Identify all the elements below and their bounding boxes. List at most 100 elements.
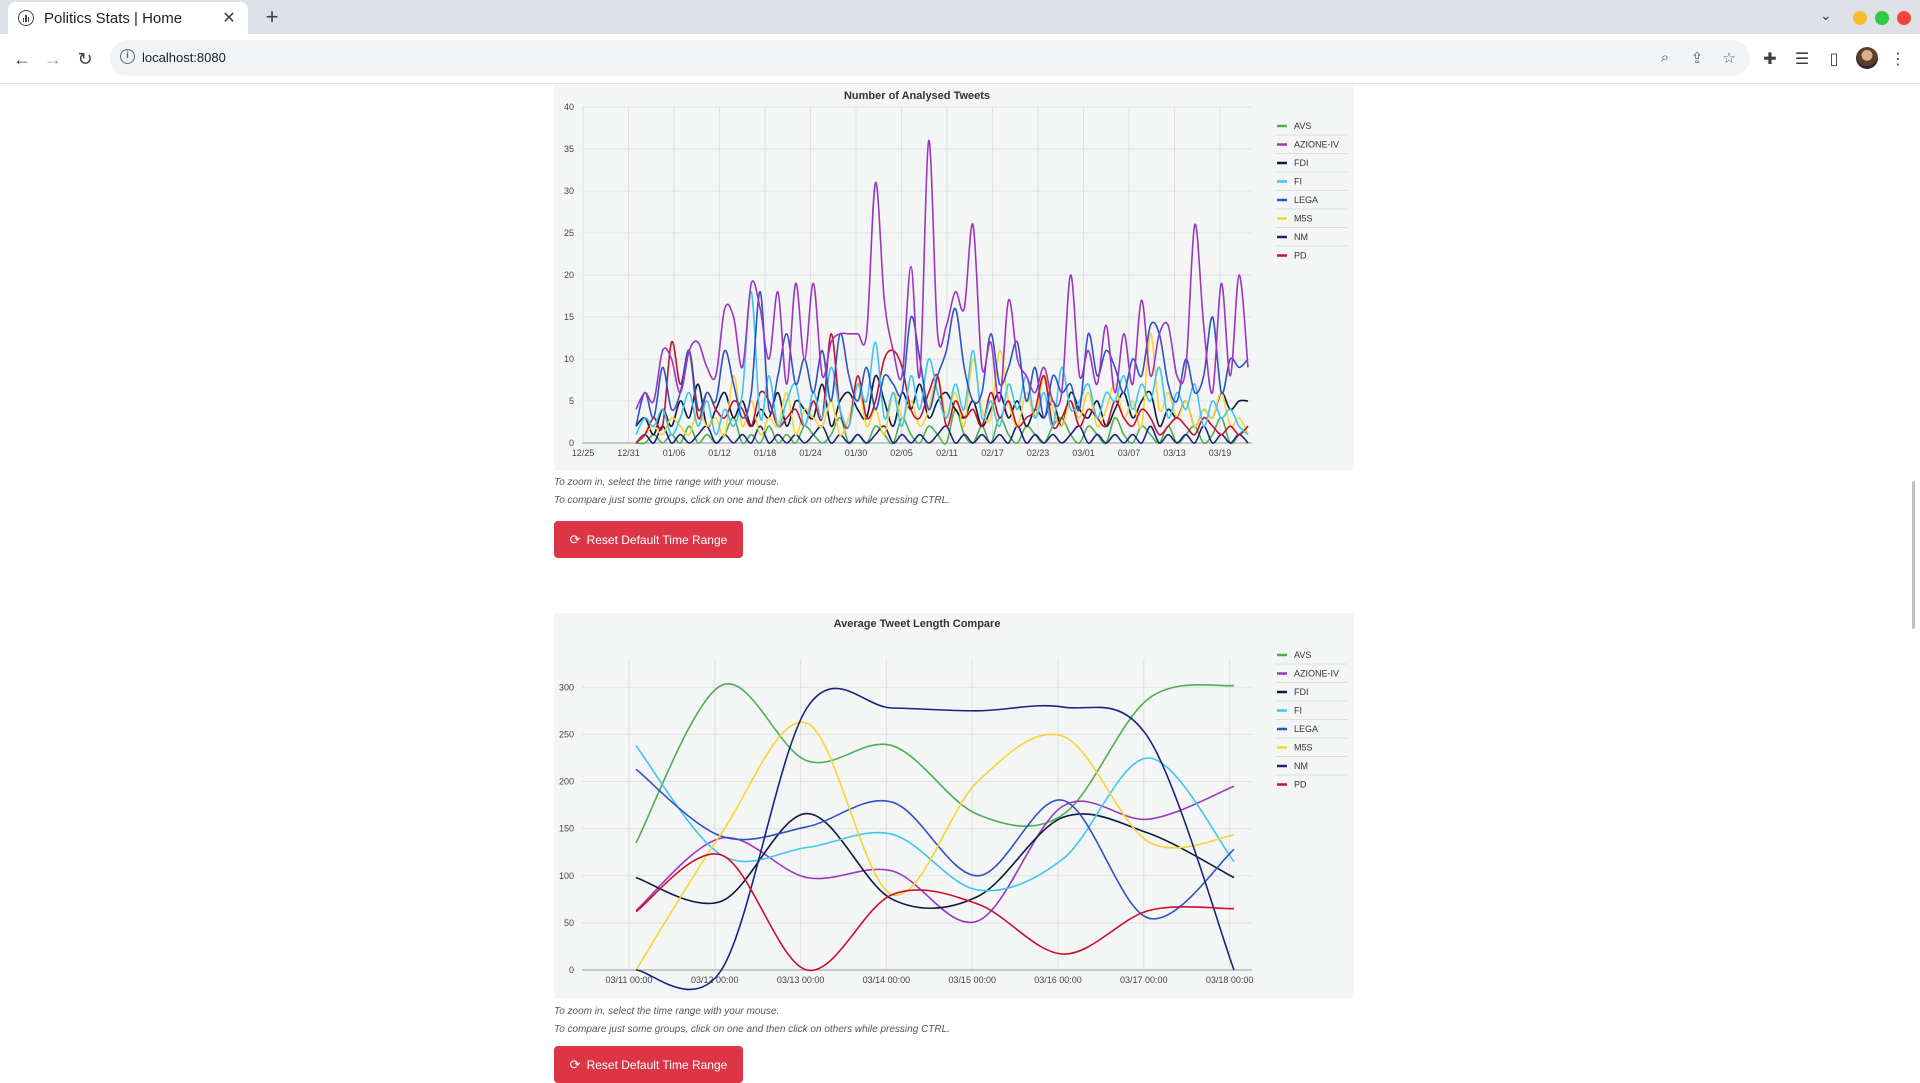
x-tick-label: 02/05 <box>890 448 913 458</box>
more-menu-icon[interactable]: ⋮ <box>1888 49 1908 69</box>
legend-item-fdi[interactable]: FDI <box>1275 158 1347 173</box>
legend-item-avs[interactable]: AVS <box>1275 650 1347 665</box>
zoom-hint-2: To zoom in, select the time range with y… <box>554 1006 780 1017</box>
y-tick-label: 10 <box>564 354 574 364</box>
compare-hint: To compare just some groups, click on on… <box>554 495 950 506</box>
side-panel-icon[interactable]: ▯ <box>1824 49 1844 69</box>
zoom-icon[interactable]: ⌕ <box>1656 49 1674 66</box>
y-tick-label: 250 <box>559 729 574 739</box>
x-tick-label: 03/15 00:00 <box>948 975 996 985</box>
tweets-count-chart-svg[interactable]: Number of Analysed Tweets 0 5 10 15 20 25 30 35 4… <box>554 85 1354 470</box>
site-info-icon[interactable]: i <box>120 49 135 64</box>
refresh-icon: ⟳ <box>569 531 581 547</box>
legend-item-pd[interactable]: PD <box>1277 251 1307 261</box>
close-tab-icon[interactable]: ✕ <box>220 8 238 28</box>
x-tick-label: 12/25 <box>572 448 595 458</box>
tweet-length-chart[interactable]: Average Tweet Length Compare 0 50 100 150 200… <box>554 613 1354 998</box>
legend-label: AZIONE-IV <box>1294 669 1339 679</box>
reset-button-label: Reset Default Time Range <box>586 532 728 547</box>
x-tick-label: 03/12 00:00 <box>691 975 739 985</box>
x-tick-label: 03/07 <box>1118 448 1141 458</box>
legend-label: AZIONE-IV <box>1294 140 1339 150</box>
refresh-icon: ⟳ <box>569 1056 581 1072</box>
legend-label: M5S <box>1294 214 1313 224</box>
legend-item-nm[interactable]: NM <box>1275 232 1347 247</box>
x-tick-label: 12/31 <box>617 448 640 458</box>
compare-hint-2: To compare just some groups, click on on… <box>554 1024 950 1035</box>
series-line-lega[interactable] <box>635 768 1235 920</box>
x-tick-label: 02/17 <box>981 448 1004 458</box>
close-window-button[interactable] <box>1897 11 1911 25</box>
legend-item-fi[interactable]: FI <box>1275 177 1347 191</box>
legend-item-fdi[interactable]: FDI <box>1275 687 1347 702</box>
y-tick-label: 50 <box>564 918 574 928</box>
legend-item-m5s[interactable]: M5S <box>1275 214 1347 228</box>
chart-favicon-icon <box>18 10 34 26</box>
minimize-button[interactable] <box>1853 11 1867 25</box>
legend-item-fi[interactable]: FI <box>1275 706 1347 720</box>
series-line-m5s[interactable] <box>635 721 1235 971</box>
tab-title: Politics Stats | Home <box>44 9 183 27</box>
tweet-length-chart-svg[interactable]: Average Tweet Length Compare 0 50 100 150 200… <box>554 613 1354 998</box>
back-arrow-icon[interactable]: ← <box>9 46 35 72</box>
extensions-puzzle-icon[interactable]: ✚ <box>1760 49 1780 69</box>
maximize-button[interactable] <box>1875 11 1889 25</box>
legend-label: NM <box>1294 232 1308 242</box>
legend-label: LEGA <box>1294 195 1318 205</box>
legend-item-avs[interactable]: AVS <box>1275 121 1347 136</box>
legend-item-lega[interactable]: LEGA <box>1275 724 1347 739</box>
x-tick-label: 01/24 <box>799 448 822 458</box>
y-tick-label: 0 <box>569 438 574 448</box>
tab-search-chevron-icon[interactable]: ⌄ <box>1820 7 1832 24</box>
legend-label: M5S <box>1294 743 1313 753</box>
media-controls-icon[interactable]: ☰ <box>1792 49 1812 69</box>
legend-label: AVS <box>1294 121 1311 131</box>
y-tick-label: 150 <box>559 824 574 834</box>
y-tick-label: 20 <box>564 270 574 280</box>
legend-label: NM <box>1294 761 1308 771</box>
x-tick-label: 01/06 <box>663 448 686 458</box>
forward-arrow-icon[interactable]: → <box>40 46 66 72</box>
series-line-azione-iv[interactable] <box>635 785 1235 924</box>
legend-item-azione-iv[interactable]: AZIONE-IV <box>1275 140 1347 154</box>
tweets-count-chart[interactable]: Number of Analysed Tweets 0 5 10 15 20 25 30 35 4… <box>554 85 1354 470</box>
y-tick-label: 30 <box>564 186 574 196</box>
x-tick-label: 03/17 00:00 <box>1120 975 1168 985</box>
bookmark-star-icon[interactable]: ☆ <box>1720 49 1738 67</box>
legend-label: LEGA <box>1294 724 1318 734</box>
y-tick-label: 40 <box>564 102 574 112</box>
legend-item-m5s[interactable]: M5S <box>1275 743 1347 757</box>
legend-item-pd[interactable]: PD <box>1277 780 1307 790</box>
series-line-pd[interactable] <box>635 853 1235 971</box>
x-tick-label: 02/23 <box>1027 448 1050 458</box>
new-tab-button[interactable]: + <box>260 4 284 30</box>
series-line-fi[interactable] <box>635 745 1235 892</box>
x-tick-label: 03/16 00:00 <box>1034 975 1082 985</box>
y-tick-label: 15 <box>564 312 574 322</box>
zoom-hint: To zoom in, select the time range with y… <box>554 477 780 488</box>
share-icon[interactable]: ⇪ <box>1688 49 1706 67</box>
address-bar[interactable]: i localhost:8080 ⌕ ⇪ ☆ <box>110 40 1750 76</box>
legend-label: FI <box>1294 177 1302 187</box>
x-tick-label: 03/11 00:00 <box>606 975 653 985</box>
legend-item-lega[interactable]: LEGA <box>1275 195 1347 210</box>
legend-label: FDI <box>1294 687 1309 697</box>
legend-item-azione-iv[interactable]: AZIONE-IV <box>1275 669 1347 683</box>
browser-tab[interactable]: Politics Stats | Home ✕ <box>8 2 248 34</box>
legend-item-nm[interactable]: NM <box>1275 761 1347 776</box>
x-tick-label: 03/01 <box>1072 448 1095 458</box>
legend-label: PD <box>1294 251 1307 261</box>
reset-time-range-button[interactable]: ⟳ Reset Default Time Range <box>554 521 743 558</box>
legend-label: PD <box>1294 780 1307 790</box>
y-tick-label: 300 <box>559 682 574 692</box>
y-tick-label: 0 <box>569 965 574 975</box>
scrollbar-thumb[interactable] <box>1912 481 1915 629</box>
x-tick-label: 03/13 <box>1163 448 1186 458</box>
reload-icon[interactable]: ↻ <box>72 46 98 72</box>
chart-title: Average Tweet Length Compare <box>834 618 1001 630</box>
x-tick-label: 01/18 <box>754 448 777 458</box>
y-tick-label: 100 <box>559 871 574 881</box>
reset-button-label: Reset Default Time Range <box>586 1057 728 1072</box>
x-tick-label: 02/11 <box>936 448 958 458</box>
profile-avatar[interactable] <box>1856 47 1878 69</box>
